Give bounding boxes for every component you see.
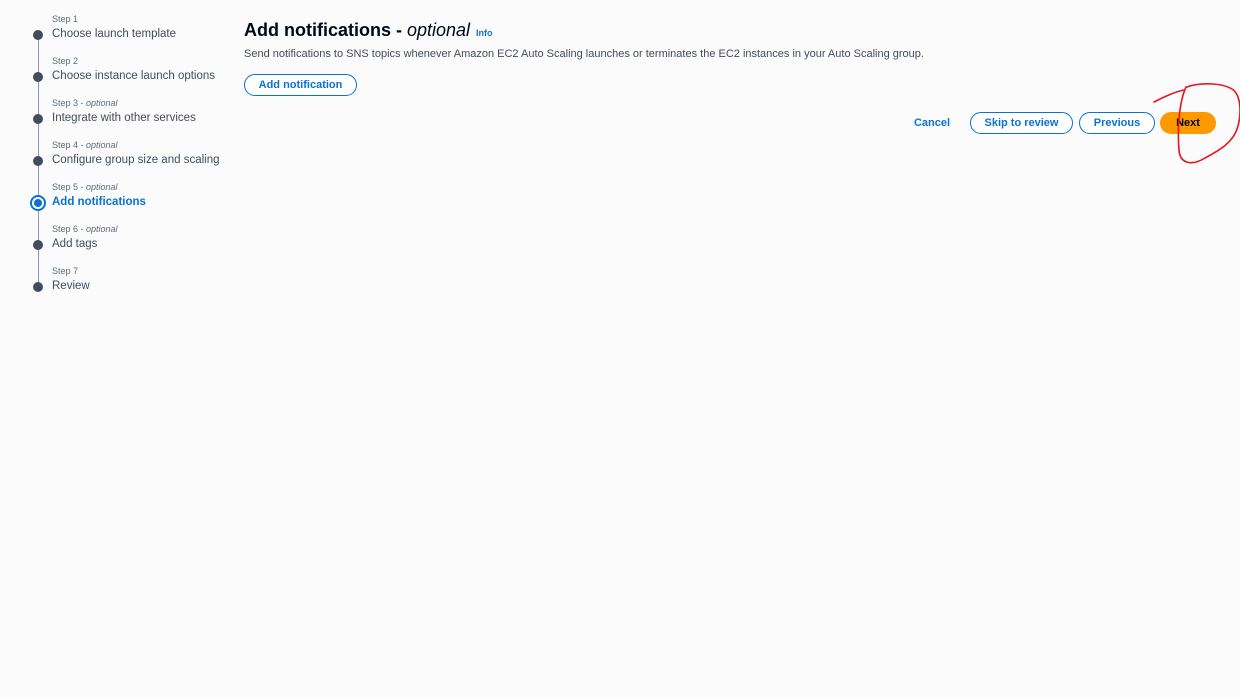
- step-indicator-icon: [33, 30, 43, 40]
- step-indicator-icon: [33, 240, 43, 250]
- step-number: Step 2: [52, 56, 79, 66]
- step-optional-tag: optional: [86, 140, 118, 150]
- step-name[interactable]: Review: [52, 280, 90, 292]
- skip-to-review-button[interactable]: Skip to review: [970, 112, 1073, 134]
- step-name[interactable]: Choose instance launch options: [52, 70, 215, 82]
- step-name: Add notifications: [52, 196, 146, 208]
- page-description: Send notifications to SNS topics wheneve…: [244, 48, 924, 60]
- step-number: Step 1: [52, 14, 79, 24]
- step-number-label: Step 4 - optional: [52, 140, 118, 150]
- step-indicator-icon: [33, 72, 43, 82]
- step-indicator-icon: [33, 156, 43, 166]
- previous-button[interactable]: Previous: [1079, 112, 1155, 134]
- main-content: Add notifications - optional Info Send n…: [244, 20, 1224, 60]
- step-separator: -: [78, 98, 87, 108]
- step-number-label: Step 6 - optional: [52, 224, 118, 234]
- step-number-label: Step 7: [52, 266, 78, 276]
- step-optional-tag: optional: [86, 182, 118, 192]
- wizard-step-4[interactable]: Step 4 - optional Configure group size an…: [30, 126, 230, 202]
- step-number: Step 7: [52, 266, 79, 276]
- step-optional-tag: optional: [86, 98, 118, 108]
- step-optional-tag: optional: [86, 224, 118, 234]
- step-name[interactable]: Integrate with other services: [52, 112, 196, 124]
- step-number: Step 3: [52, 98, 79, 108]
- page-title: Add notifications -: [244, 20, 402, 40]
- add-notification-button[interactable]: Add notification: [244, 74, 357, 96]
- step-name[interactable]: Choose launch template: [52, 28, 176, 40]
- wizard-step-3[interactable]: Step 3 - optional Integrate with other se…: [30, 84, 230, 160]
- wizard-step-7[interactable]: Step 7 Review: [30, 252, 230, 294]
- next-button[interactable]: Next: [1160, 112, 1216, 134]
- step-number-label: Step 5 - optional: [52, 182, 118, 192]
- step-number-label: Step 1: [52, 14, 78, 24]
- step-separator: -: [78, 140, 87, 150]
- page-title-optional: optional: [406, 20, 471, 40]
- wizard-step-2[interactable]: Step 2 Choose instance launch options: [30, 42, 230, 118]
- step-indicator-icon: [33, 282, 43, 292]
- step-number: Step 4: [52, 140, 79, 150]
- cancel-button[interactable]: Cancel: [906, 112, 958, 134]
- step-number-label: Step 3 - optional: [52, 98, 118, 108]
- info-link[interactable]: Info: [476, 28, 493, 38]
- step-indicator-icon: [33, 114, 43, 124]
- step-active-indicator-icon: [30, 195, 46, 211]
- step-name[interactable]: Add tags: [52, 238, 97, 250]
- step-separator: -: [78, 224, 87, 234]
- step-name[interactable]: Configure group size and scaling: [52, 154, 220, 166]
- wizard-page: Step 1 Choose launch template Step 2 Choose…: [0, 0, 1240, 699]
- page-header: Add notifications - optional Info: [244, 20, 1224, 46]
- step-number: Step 6: [52, 224, 79, 234]
- step-number-label: Step 2: [52, 56, 78, 66]
- wizard-step-1[interactable]: Step 1 Choose launch template: [30, 0, 230, 76]
- wizard-step-5[interactable]: Step 5 - optional Add notifications: [30, 168, 230, 244]
- wizard-step-6[interactable]: Step 6 - optional Add tags: [30, 210, 230, 286]
- step-separator: -: [78, 182, 87, 192]
- step-number: Step 5: [52, 182, 79, 192]
